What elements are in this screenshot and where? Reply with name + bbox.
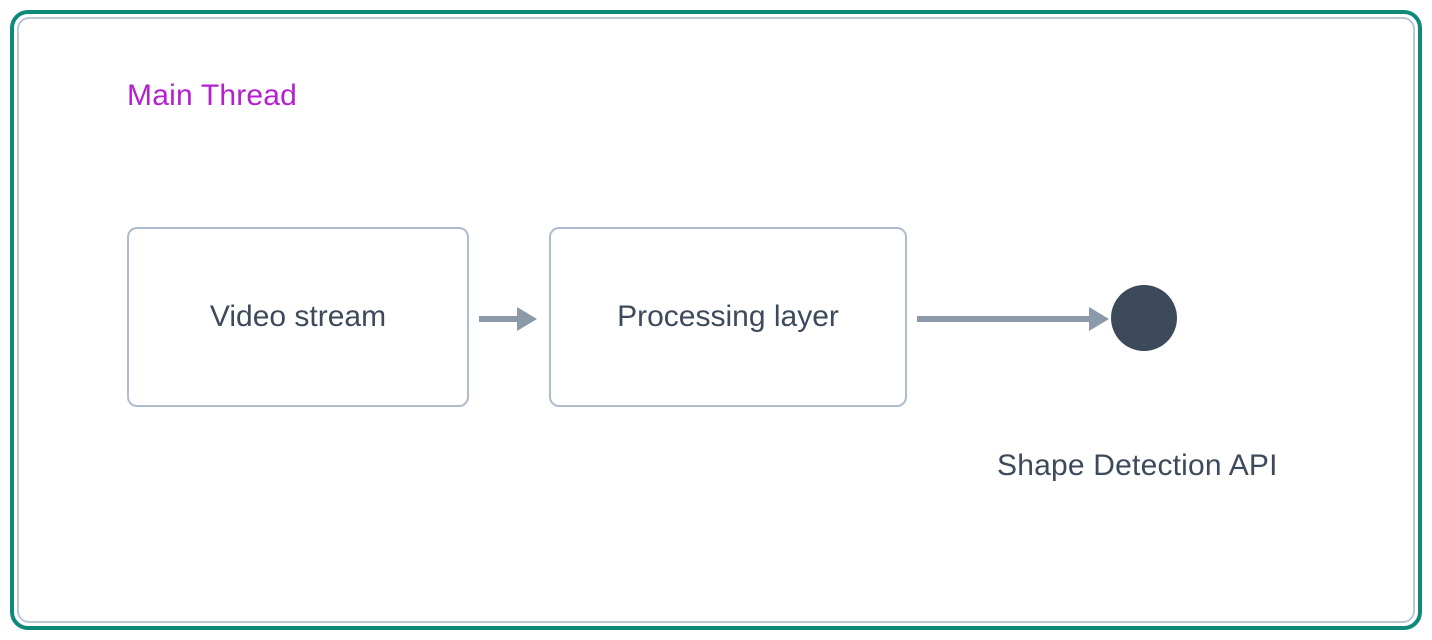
node-processing-label: Processing layer [617, 300, 839, 334]
arrow-video-to-processing [479, 307, 537, 331]
endpoint-label: Shape Detection API [997, 449, 1278, 483]
node-video-stream: Video stream [127, 227, 469, 407]
arrow-line [917, 316, 1089, 322]
diagram-outer-frame: Main Thread Video stream Processing laye… [10, 10, 1422, 630]
node-video-label: Video stream [210, 300, 386, 334]
diagram-inner-frame: Main Thread Video stream Processing laye… [17, 17, 1415, 623]
arrow-right-icon [517, 307, 537, 331]
arrow-processing-to-endpoint [917, 307, 1109, 331]
endpoint-circle-icon [1111, 285, 1177, 351]
arrow-right-icon [1089, 307, 1109, 331]
arrow-line [479, 316, 517, 322]
diagram-title: Main Thread [127, 79, 297, 113]
node-processing-layer: Processing layer [549, 227, 907, 407]
